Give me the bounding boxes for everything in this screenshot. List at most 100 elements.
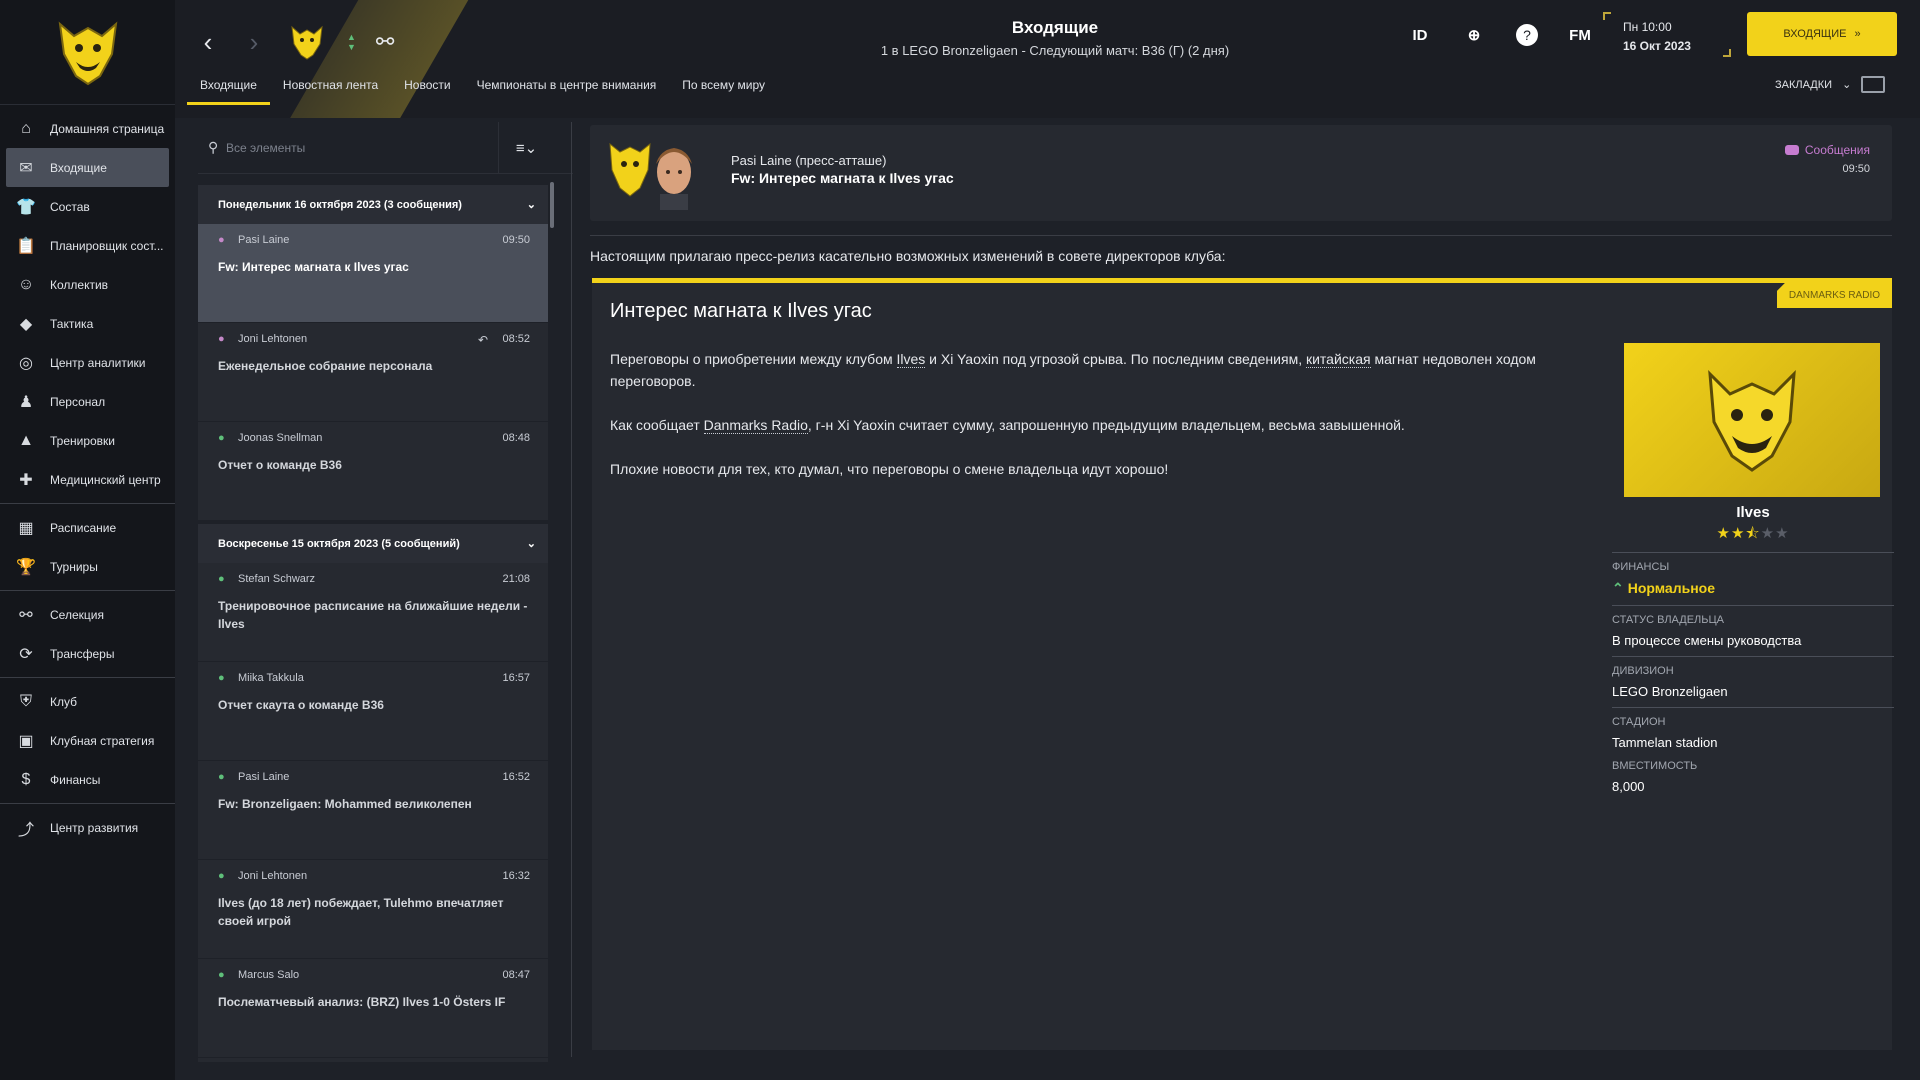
sidebar-item-tactics[interactable]: ◆ Тактика [0, 304, 175, 343]
monitor-icon[interactable] [1861, 76, 1886, 93]
owner-value: В процессе смены руководства [1612, 633, 1802, 648]
list-scrollbar[interactable] [550, 182, 554, 228]
binoculars-icon[interactable]: ⚯ [376, 29, 394, 55]
top-icons: ID ⊕ ? FM [1408, 24, 1592, 46]
chevron-down-icon: ⌄ [1842, 79, 1852, 91]
person-icon: ● [218, 870, 225, 882]
tag-icon [1784, 145, 1799, 155]
club-name[interactable]: Ilves [1612, 504, 1894, 521]
club-image[interactable] [1624, 343, 1880, 497]
sidebar-item-schedule[interactable]: ▦ Расписание [0, 508, 175, 547]
search-icon: ⚲ [208, 139, 219, 155]
tab-spotlight[interactable]: Чемпионаты в центре внимания [464, 74, 670, 105]
message-detail: Pasi Laine (пресс-атташе) Fw: Интерес ма… [590, 125, 1894, 1050]
sidebar-item-development[interactable]: ⤴ Центр развития [0, 808, 175, 847]
tab-inbox[interactable]: Входящие [187, 74, 270, 105]
transfer-icon: ⟳ [19, 645, 33, 663]
club-badge-icon[interactable] [287, 22, 327, 62]
message-sender[interactable]: Pasi Laine (пресс-атташе) [731, 153, 886, 168]
tab-news[interactable]: Новости [391, 74, 463, 105]
medical-icon: ✚ [19, 471, 33, 489]
search-input[interactable] [226, 127, 498, 168]
sidebar-item-squad[interactable]: 👕 Состав [0, 187, 175, 226]
news-source-badge: DANMARKS RADIO [1776, 283, 1892, 308]
lynx-crest-icon [1708, 370, 1796, 472]
mail-icon: ✉ [19, 159, 33, 177]
sidebar-item-inbox[interactable]: ✉ Входящие [6, 148, 169, 187]
list-item[interactable]: ● Joni Lehtonen ↶ 08:52 Еженедельное собр… [198, 323, 548, 422]
sidebar-item-competitions[interactable]: 🏆 Турниры [0, 547, 175, 586]
top-bar: ‹ › ▲ ▼ ⚯ Входящие 1 в LEGO Bronzeligaen … [175, 0, 1920, 118]
text-span: и Xi Yaoxin под угрозой срыва. По послед… [925, 351, 1306, 367]
list-item[interactable]: ● Stefan Schwarz 21:08 Тренировочное расп… [198, 563, 548, 662]
message-subject: Fw: Bronzeligaen: Mohammed великолепен [218, 797, 472, 811]
person-icon: ● [218, 333, 225, 345]
club-logo[interactable] [0, 0, 175, 105]
capacity-value: 8,000 [1612, 779, 1645, 794]
list-item-partial[interactable] [198, 1058, 548, 1062]
group-header-sunday[interactable]: Воскресенье 15 октября 2023 (5 сообщений… [198, 524, 548, 563]
double-chevron-icon: » [1854, 28, 1861, 40]
sidebar-item-analytics[interactable]: ◎ Центр аналитики [0, 343, 175, 382]
sidebar-item-dynamics[interactable]: ☺ Коллектив [0, 265, 175, 304]
star-icon: ★ [1716, 525, 1731, 542]
message-sender: Miika Takkula [238, 672, 304, 684]
arrow-up-icon: ⌃ [1612, 580, 1624, 596]
club-switch-arrows-icon[interactable]: ▲ ▼ [347, 32, 356, 52]
world-icon[interactable]: ⊕ [1462, 26, 1486, 44]
forward-arrow-icon[interactable]: › [241, 27, 267, 58]
list-item[interactable]: ● Miika Takkula 16:57 Отчет скаута о кома… [198, 662, 548, 761]
tab-bar: Входящие Новостная лента Новости Чемпион… [187, 74, 778, 105]
owner-label: СТАТУС ВЛАДЕЛЬЦА [1612, 614, 1724, 626]
sidebar-item-finances[interactable]: $ Финансы [0, 760, 175, 799]
media-link[interactable]: Danmarks Radio [703, 417, 808, 434]
back-arrow-icon[interactable]: ‹ [195, 27, 221, 58]
message-tag[interactable]: Сообщения [1784, 143, 1870, 157]
briefcase-icon: ▣ [18, 732, 34, 750]
club-reputation-stars: ★★⯪★★ [1612, 523, 1894, 548]
message-sender: Pasi Laine [238, 234, 290, 246]
sort-menu-button[interactable]: ≡⌄ [498, 121, 554, 174]
list-item[interactable]: ● Marcus Salo 08:47 Послематчевый анализ:… [198, 959, 548, 1058]
page-subtitle[interactable]: 1 в LEGO Bronzeligaen - Следующий матч: … [695, 43, 1415, 58]
finance-text: Нормальное [1627, 580, 1716, 596]
message-intro: Настоящим прилагаю пресс-релиз касательн… [590, 248, 1226, 264]
star-icon: ★ [1760, 525, 1776, 542]
list-item[interactable]: ● Joni Lehtonen 16:32 Ilves (до 18 лет) п… [198, 860, 548, 959]
person-icon: ● [218, 432, 225, 444]
list-item[interactable]: ● Pasi Laine 16:52 Fw: Bronzeligaen: Moha… [198, 761, 548, 860]
sidebar-item-training[interactable]: ▲ Тренировки [0, 421, 175, 460]
sidebar-item-transfers[interactable]: ⟳ Трансферы [0, 634, 175, 673]
message-subject: Ilves (до 18 лет) побеждает, Tulehmo впе… [218, 896, 504, 928]
tab-news-feed[interactable]: Новостная лента [270, 74, 391, 105]
message-sender: Joni Lehtonen [238, 333, 308, 345]
person-icon: ● [218, 672, 225, 684]
help-icon[interactable]: ? [1516, 24, 1538, 46]
sidebar-item-squad-planner[interactable]: 📋 Планировщик сост... [0, 226, 175, 265]
divider [590, 235, 1892, 236]
sidebar-item-club-vision[interactable]: ▣ Клубная стратегия [0, 721, 175, 760]
sidebar-item-club[interactable]: ⛨ Клуб [0, 682, 175, 721]
chevron-down-icon: ⌄ [526, 538, 536, 550]
club-link[interactable]: Ilves [896, 351, 926, 368]
group-header-monday[interactable]: Понедельник 16 октября 2023 (3 сообщения… [198, 185, 548, 224]
sidebar-item-scouting[interactable]: ⚯ Селекция [0, 595, 175, 634]
tab-world[interactable]: По всему миру [669, 74, 778, 105]
message-time: 08:52 [502, 333, 530, 345]
staff-icon: ♟ [18, 393, 34, 411]
game-date: Пн 10:00 16 Окт 2023 [1623, 18, 1691, 56]
message-sender: Stefan Schwarz [238, 573, 316, 585]
list-item[interactable]: ● Joonas Snellman 08:48 Отчет о команде B… [198, 422, 548, 521]
id-button[interactable]: ID [1408, 27, 1432, 44]
nationality-link[interactable]: китайская [1305, 351, 1371, 368]
division-value[interactable]: LEGO Bronzeligaen [1612, 684, 1894, 699]
capacity-row: ВМЕСТИМОСТЬ 8,000 [1612, 752, 1894, 796]
list-item[interactable]: ● Pasi Laine 09:50 Fw: Интерес магната к … [198, 224, 548, 323]
article-body: Переговоры о приобретении между клубом I… [610, 348, 1610, 502]
sidebar-item-staff[interactable]: ♟ Персонал [0, 382, 175, 421]
continue-button[interactable]: ВХОДЯЩИЕ » [1747, 12, 1897, 56]
fm-menu-button[interactable]: FM [1568, 27, 1592, 44]
sidebar-item-home[interactable]: ⌂ Домашняя страница [0, 109, 175, 148]
bookmarks-menu[interactable]: ЗАКЛАДКИ ⌄ [1775, 76, 1886, 93]
sidebar-item-medical[interactable]: ✚ Медицинский центр [0, 460, 175, 499]
